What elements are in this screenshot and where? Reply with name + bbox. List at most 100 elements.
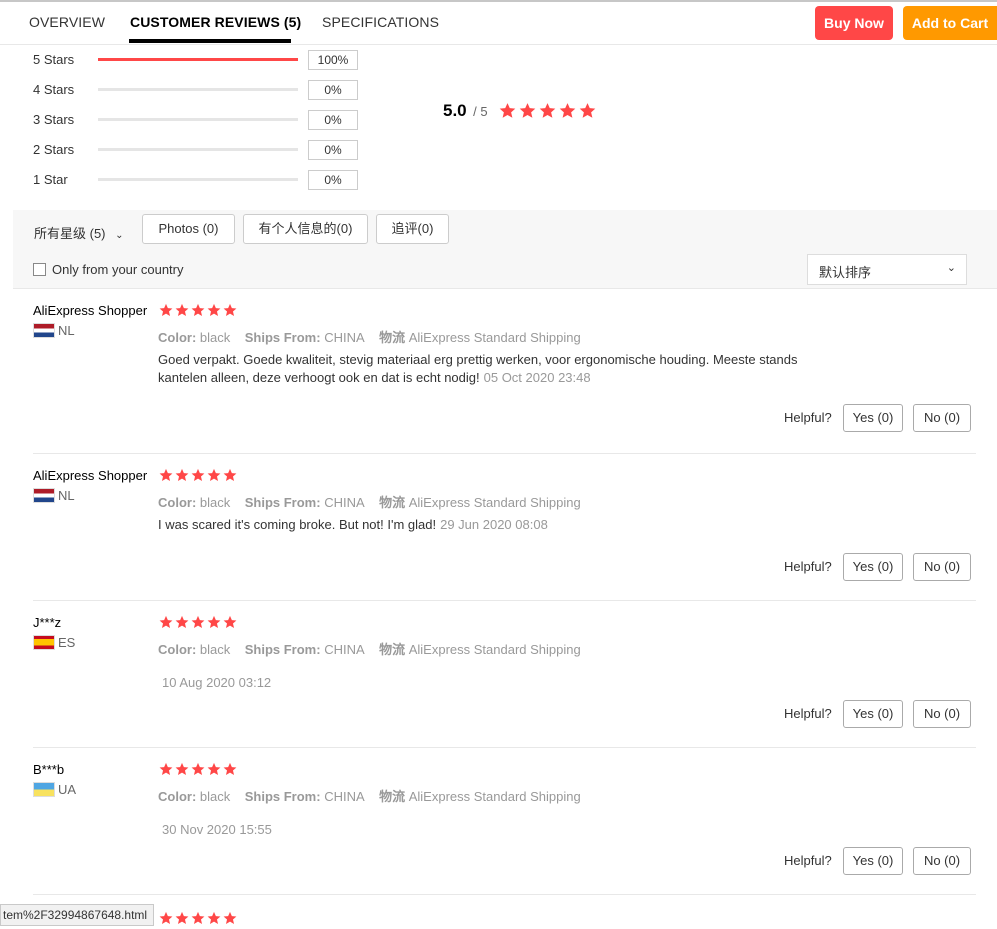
photos-filter-button[interactable]: Photos (0)	[142, 214, 235, 244]
star-icon	[159, 911, 173, 925]
only-country-label: Only from your country	[52, 262, 184, 277]
sort-select[interactable]: 默认排序 ⌄	[807, 254, 967, 285]
ships-from-value: CHINA	[324, 642, 365, 657]
star-icon	[175, 762, 189, 776]
star-icon	[499, 103, 516, 118]
star-icon	[223, 303, 237, 317]
review-date: 30 Nov 2020 15:55	[162, 822, 272, 837]
star-icon	[559, 103, 576, 118]
review-stars	[159, 762, 239, 780]
helpful-yes-button[interactable]: Yes (0)	[843, 847, 903, 875]
rating-percent: 0%	[308, 170, 358, 190]
chevron-down-icon: ⌄	[115, 230, 124, 241]
review-text: I was scared it's coming broke. But not!…	[158, 516, 848, 534]
review-meta: Color: black Ships From: CHINA 物流 AliExp…	[158, 492, 581, 511]
logistics-value: AliExpress Standard Shipping	[408, 789, 581, 804]
rating-bar	[98, 118, 298, 121]
helpful-yes-button[interactable]: Yes (0)	[843, 700, 903, 728]
average-score: 5.0	[443, 101, 467, 120]
helpful-no-button[interactable]: No (0)	[913, 553, 971, 581]
reviewer-name[interactable]: AliExpress Shopper	[33, 468, 147, 483]
rating-bar-fill	[98, 58, 298, 61]
star-icon	[207, 615, 221, 629]
review-meta: Color: black Ships From: CHINA 物流 AliExp…	[158, 327, 581, 346]
review-meta: Color: black Ships From: CHINA 物流 AliExp…	[158, 786, 581, 805]
reviewer-country: ES	[58, 635, 76, 650]
review-meta: Color: black Ships From: CHINA 物流 AliExp…	[158, 639, 581, 658]
star-icon	[191, 303, 205, 317]
ships-from-label: Ships From:	[244, 495, 321, 510]
reviewer-name[interactable]: AliExpress Shopper	[33, 303, 147, 318]
helpful-yes-button[interactable]: Yes (0)	[843, 553, 903, 581]
tab-bar: OVERVIEW CUSTOMER REVIEWS (5) SPECIFICAT…	[0, 2, 997, 45]
star-icon	[191, 468, 205, 482]
star-icon	[175, 303, 189, 317]
helpful-no-button[interactable]: No (0)	[913, 847, 971, 875]
logistics-value: AliExpress Standard Shipping	[408, 330, 581, 345]
logistics-label: 物流	[379, 330, 406, 345]
review-date: 05 Oct 2020 23:48	[483, 370, 591, 385]
average-out-of: / 5	[473, 104, 488, 119]
helpful-no-button[interactable]: No (0)	[913, 404, 971, 432]
review-item: AliExpress Shopper NL Color: black Ships F…	[33, 303, 976, 443]
color-label: Color:	[158, 642, 197, 657]
star-icon	[175, 468, 189, 482]
buy-now-button[interactable]: Buy Now	[815, 6, 893, 40]
rating-row-label: 1 Star	[33, 172, 68, 187]
helpful-yes-button[interactable]: Yes (0)	[843, 404, 903, 432]
rating-row-label: 5 Stars	[33, 52, 75, 67]
helpful-label: Helpful?	[784, 559, 832, 574]
color-label: Color:	[158, 495, 197, 510]
color-value: black	[199, 330, 231, 345]
ships-from-value: CHINA	[324, 789, 365, 804]
star-icon	[159, 615, 173, 629]
reviewer-name[interactable]: B***b	[33, 762, 64, 777]
flag-es-icon	[33, 635, 55, 650]
tab-specifications[interactable]: SPECIFICATIONS	[322, 14, 439, 30]
reviewer-country: UA	[58, 782, 77, 797]
average-rating: 5.0 / 5	[443, 101, 488, 121]
helpful-no-button[interactable]: No (0)	[913, 700, 971, 728]
review-text: Goed verpakt. Goede kwaliteit, stevig ma…	[158, 351, 848, 387]
logistics-value: AliExpress Standard Shipping	[408, 642, 581, 657]
rating-row-label: 3 Stars	[33, 112, 75, 127]
star-icon	[159, 468, 173, 482]
review-divider	[33, 747, 976, 748]
add-to-cart-button[interactable]: Add to Cart	[903, 6, 997, 40]
personal-info-filter-button[interactable]: 有个人信息的(0)	[243, 214, 368, 244]
status-bar-url: tem%2F32994867648.html	[0, 904, 155, 926]
reviewer-country: NL	[58, 323, 75, 338]
review-stars	[159, 468, 239, 486]
star-icon	[159, 762, 173, 776]
review-date: 29 Jun 2020 08:08	[440, 517, 548, 532]
star-icon	[207, 911, 221, 925]
ships-from-value: CHINA	[324, 330, 365, 345]
logistics-label: 物流	[379, 642, 406, 657]
color-value: black	[199, 495, 231, 510]
color-value: black	[199, 642, 231, 657]
star-icon	[175, 911, 189, 925]
only-country-checkbox[interactable]	[33, 263, 46, 276]
star-icon	[175, 615, 189, 629]
review-item: B***b UA Color: black Ships From: CHINA 物流…	[33, 762, 976, 902]
color-label: Color:	[158, 330, 197, 345]
tab-overview[interactable]: OVERVIEW	[29, 14, 105, 30]
reviewer-name[interactable]: J***z	[33, 615, 61, 630]
flag-ua-icon	[33, 782, 55, 797]
review-stars	[159, 911, 239, 929]
rating-row-label: 4 Stars	[33, 82, 75, 97]
rating-bar	[98, 58, 298, 61]
chevron-down-icon: ⌄	[946, 262, 956, 274]
star-icon	[539, 103, 556, 118]
ships-from-label: Ships From:	[244, 642, 321, 657]
star-icon	[191, 911, 205, 925]
tab-customer-reviews[interactable]: CUSTOMER REVIEWS (5)	[130, 14, 301, 30]
followup-filter-button[interactable]: 追评(0)	[376, 214, 449, 244]
helpful-label: Helpful?	[784, 410, 832, 425]
review-stars	[159, 303, 239, 321]
rating-bar	[98, 148, 298, 151]
star-level-dropdown[interactable]: 所有星级 (5) ⌄	[34, 223, 124, 242]
average-stars	[499, 102, 599, 120]
star-icon	[207, 468, 221, 482]
review-divider	[33, 453, 976, 454]
